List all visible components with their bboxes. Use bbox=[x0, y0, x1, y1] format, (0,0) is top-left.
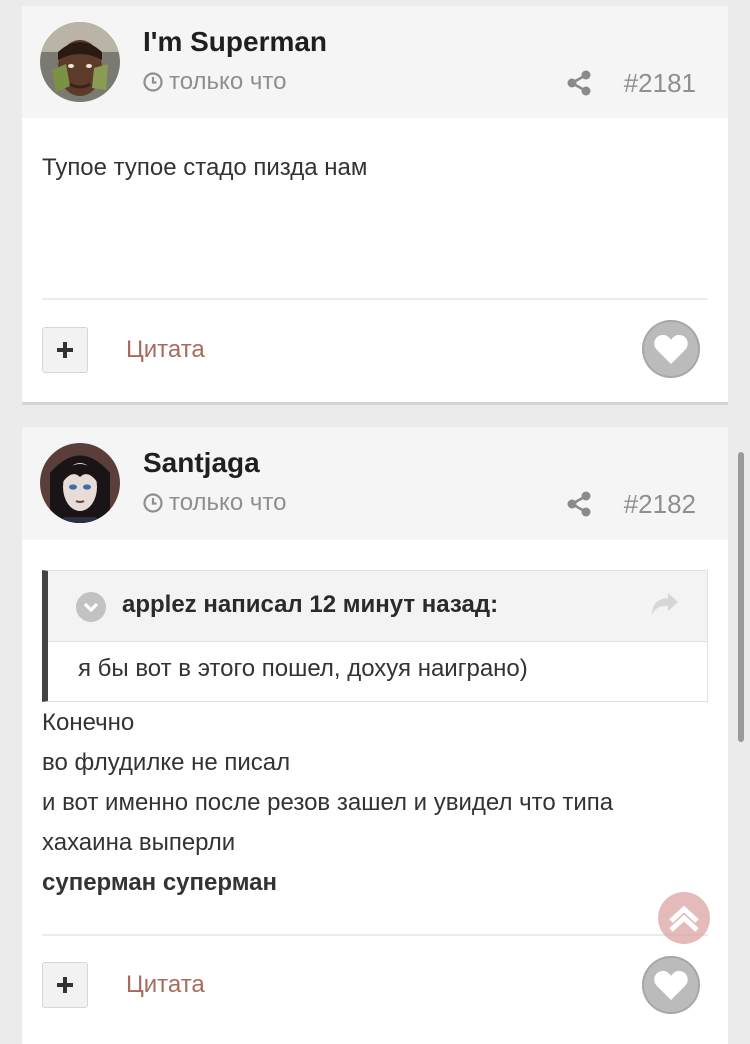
content-line: и вот именно после резов зашел и увидел … bbox=[42, 789, 614, 816]
plus-icon bbox=[57, 342, 73, 358]
quote-button[interactable]: Цитата bbox=[126, 971, 205, 999]
share-icon[interactable] bbox=[567, 491, 591, 517]
post-time: только что bbox=[143, 68, 286, 96]
reply-arrow-icon[interactable] bbox=[650, 591, 680, 617]
heart-icon bbox=[654, 334, 688, 364]
chevron-down-icon[interactable] bbox=[76, 592, 106, 622]
post-time: только что bbox=[143, 489, 286, 517]
author-name[interactable]: Santjaga bbox=[143, 447, 260, 479]
quote-citation: applez написал 12 минут назад: bbox=[122, 591, 499, 618]
plus-icon bbox=[57, 977, 73, 993]
divider bbox=[42, 934, 708, 936]
post-content: Тупое тупое стадо пизда нам bbox=[42, 148, 367, 188]
share-icon[interactable] bbox=[567, 70, 591, 96]
author-name[interactable]: I'm Superman bbox=[143, 26, 327, 58]
content-line-bold: суперман суперман bbox=[42, 869, 277, 896]
content-line: хахаина выперли bbox=[42, 829, 236, 856]
content-line: Тупое тупое стадо пизда нам bbox=[42, 154, 368, 181]
clock-icon bbox=[143, 493, 163, 513]
post-2181: I'm Superman только что #2181 Тупое тупо… bbox=[22, 6, 728, 405]
post-number-link[interactable]: #2182 bbox=[624, 489, 696, 520]
post-2182: Santjaga только что #2182 applez написал… bbox=[22, 427, 728, 1044]
multiquote-button[interactable] bbox=[42, 962, 88, 1008]
heart-icon bbox=[654, 970, 688, 1000]
content-line: во флудилке не писал bbox=[42, 749, 291, 776]
like-button[interactable] bbox=[642, 320, 700, 378]
quote-block: applez написал 12 минут назад: я бы вот … bbox=[42, 570, 708, 702]
time-label: только что bbox=[169, 68, 287, 95]
like-button[interactable] bbox=[642, 956, 700, 1014]
multiquote-button[interactable] bbox=[42, 327, 88, 373]
scrollbar[interactable] bbox=[738, 452, 744, 742]
chevron-up-icon bbox=[669, 905, 699, 932]
quote-button[interactable]: Цитата bbox=[126, 336, 205, 364]
time-label: только что bbox=[169, 489, 287, 516]
post-header: I'm Superman только что #2181 bbox=[22, 6, 728, 118]
content-line: Конечно bbox=[42, 709, 135, 736]
scroll-to-top-button[interactable] bbox=[658, 892, 710, 944]
clock-icon bbox=[143, 72, 163, 92]
post-content: Конечно во флудилке не писал и вот именн… bbox=[42, 703, 613, 903]
avatar[interactable] bbox=[40, 22, 120, 102]
quote-header: applez написал 12 минут назад: bbox=[48, 571, 707, 642]
quote-text: я бы вот в этого пошел, дохуя наиграно) bbox=[78, 655, 528, 682]
avatar[interactable] bbox=[40, 443, 120, 523]
divider bbox=[42, 298, 708, 300]
post-number-link[interactable]: #2181 bbox=[624, 68, 696, 99]
post-header: Santjaga только что #2182 bbox=[22, 427, 728, 540]
